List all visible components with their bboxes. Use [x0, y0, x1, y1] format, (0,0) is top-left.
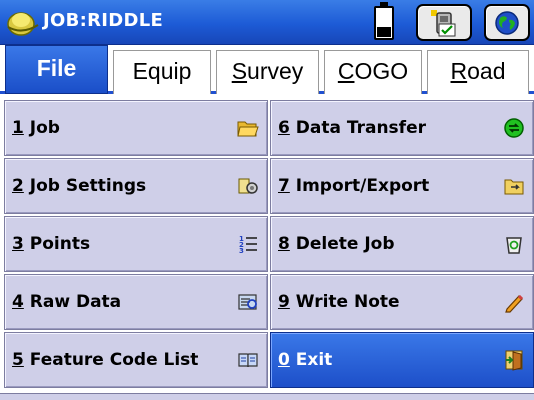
menu-label: Raw Data: [29, 292, 122, 312]
tab-survey[interactable]: Survey: [216, 50, 319, 94]
menu-job-button[interactable]: 1 Job: [4, 100, 268, 156]
menu-number: 9: [278, 292, 290, 312]
battery-icon: [374, 2, 394, 40]
tab-cogo[interactable]: COGO: [324, 50, 422, 94]
menu-import-export-button[interactable]: 7 Import/Export: [270, 158, 534, 214]
tab-road[interactable]: Road: [427, 50, 529, 94]
menu-number: 4: [12, 292, 24, 312]
folder-open-icon: [237, 121, 259, 137]
tab-bar: File Equip Survey COGO Road: [0, 45, 534, 94]
menu-label: Delete Job: [295, 234, 395, 254]
import-export-icon: [504, 179, 524, 195]
menu-number: 1: [12, 118, 24, 138]
tab-hotkey: R: [450, 58, 468, 84]
pencil-icon: [505, 294, 524, 313]
tab-hotkey: S: [231, 58, 248, 84]
trash-icon: [506, 237, 522, 254]
menu-label: Points: [29, 234, 91, 254]
hardhat-logo-icon: [7, 12, 39, 36]
globe-icon: [495, 10, 519, 35]
book-icon: [238, 353, 258, 368]
exit-door-icon: [505, 350, 523, 371]
battery-level: [377, 26, 391, 37]
menu-label: Job: [29, 118, 60, 138]
menu-number: 2: [12, 176, 24, 196]
title-bar: JOB:RIDDLE: [0, 0, 534, 45]
globe-button[interactable]: [484, 4, 530, 41]
tab-label: urvey: [247, 58, 304, 84]
transfer-icon: [504, 118, 524, 138]
device-status-button[interactable]: [416, 4, 472, 41]
menu-number: 7: [278, 176, 290, 196]
settings-icon: [238, 178, 258, 194]
menu-number: 5: [12, 350, 24, 370]
menu-label: Feature Code List: [29, 350, 199, 370]
menu-delete-job-button[interactable]: 8 Delete Job: [270, 216, 534, 272]
tab-equip[interactable]: Equip: [113, 50, 211, 94]
svg-text:3: 3: [239, 247, 244, 255]
menu-write-note-button[interactable]: 9 Write Note: [270, 274, 534, 330]
menu-points-button[interactable]: 3 Points 1 2 3: [4, 216, 268, 272]
menu-label: Write Note: [295, 292, 400, 312]
menu-label: Job Settings: [29, 176, 147, 196]
tab-label: oad: [467, 58, 506, 84]
menu-number: 3: [12, 234, 24, 254]
bottom-edge: [0, 393, 534, 400]
window-title: JOB:RIDDLE: [43, 10, 164, 31]
menu-data-transfer-button[interactable]: 6 Data Transfer: [270, 100, 534, 156]
menu-label: Import/Export: [295, 176, 430, 196]
menu-label: Data Transfer: [295, 118, 426, 138]
tab-file[interactable]: File: [5, 45, 108, 94]
tab-label: OGO: [354, 58, 409, 84]
file-menu-grid: 1 Job 6 Data Transfer 2 Job Settings 7 I…: [0, 94, 534, 400]
tab-hotkey: C: [337, 58, 355, 84]
menu-label: Exit: [295, 350, 333, 370]
menu-number: 6: [278, 118, 290, 138]
tab-label: Equip: [132, 58, 192, 84]
device-check-icon: [431, 9, 456, 36]
points-list-icon: 1 2 3: [239, 235, 257, 255]
tab-label: File: [36, 55, 77, 81]
menu-job-settings-button[interactable]: 2 Job Settings: [4, 158, 268, 214]
menu-number: 8: [278, 234, 290, 254]
menu-raw-data-button[interactable]: 4 Raw Data: [4, 274, 268, 330]
raw-data-icon: [238, 294, 257, 310]
menu-exit-button[interactable]: 0 Exit: [270, 332, 534, 388]
menu-number: 0: [278, 350, 290, 370]
menu-feature-code-list-button[interactable]: 5 Feature Code List: [4, 332, 268, 388]
